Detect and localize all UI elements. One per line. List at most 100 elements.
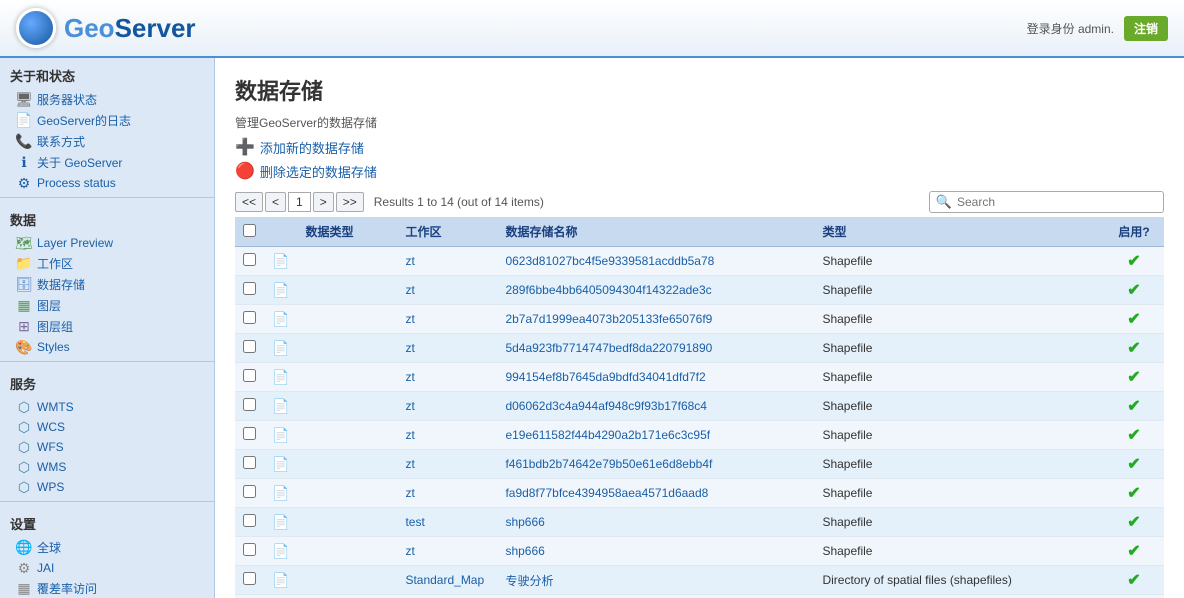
- main-content: 数据存储 管理GeoServer的数据存储 ➕ 添加新的数据存储 🔴 删除选定的…: [215, 58, 1184, 598]
- workspace-link[interactable]: zt: [405, 399, 414, 413]
- name-link[interactable]: 专驶分析: [505, 574, 553, 588]
- row-datatype: [297, 334, 397, 363]
- select-all-checkbox[interactable]: [243, 224, 256, 237]
- name-link[interactable]: 994154ef8b7645da9bdfd34041dfd7f2: [505, 370, 705, 384]
- row-enabled: ✔: [1104, 363, 1164, 392]
- sidebar-item-about[interactable]: ℹ 关于 GeoServer: [0, 152, 214, 173]
- name-link[interactable]: shp666: [505, 544, 544, 558]
- name-link[interactable]: f461bdb2b74642e79b50e61e6d8ebb4f: [505, 457, 712, 471]
- name-link[interactable]: fa9d8f77bfce4394958aea4571d6aad8: [505, 486, 708, 500]
- enabled-checkmark: ✔: [1127, 369, 1140, 386]
- sidebar-item-wmts[interactable]: ⬡ WMTS: [0, 397, 214, 417]
- name-link[interactable]: 5d4a923fb7714747bedf8da220791890: [505, 341, 712, 355]
- row-workspace: test: [397, 508, 497, 537]
- workspace-link[interactable]: test: [405, 515, 424, 529]
- row-checkbox[interactable]: [243, 572, 256, 585]
- sidebar-item-layergroups[interactable]: ⊞ 图层组: [0, 316, 214, 337]
- row-checkbox[interactable]: [243, 543, 256, 556]
- row-checkbox[interactable]: [243, 427, 256, 440]
- sidebar-item-log[interactable]: 📄 GeoServer的日志: [0, 110, 214, 131]
- pag-first-button[interactable]: <<: [235, 192, 263, 212]
- table-row: 📄 zt 994154ef8b7645da9bdfd34041dfd7f2 Shape…: [235, 363, 1164, 392]
- delete-datastore-link[interactable]: 🔴 删除选定的数据存储: [235, 161, 1164, 181]
- pag-prev-button[interactable]: <: [265, 192, 286, 212]
- pag-next-button[interactable]: >: [313, 192, 334, 212]
- sidebar: 关于和状态 🖥 服务器状态 📄 GeoServer的日志 📞 联系方式 ℹ 关于…: [0, 58, 215, 598]
- row-checkbox[interactable]: [243, 282, 256, 295]
- sidebar-item-layer-preview[interactable]: 🗺 Layer Preview: [0, 233, 214, 253]
- sidebar-item-global[interactable]: 🌐 全球: [0, 537, 214, 558]
- row-type: Shapefile: [814, 363, 1104, 392]
- sidebar-item-wps[interactable]: ⬡ WPS: [0, 477, 214, 497]
- delete-icon: 🔴: [235, 161, 255, 181]
- workspace-link[interactable]: zt: [405, 370, 414, 384]
- row-datatype: [297, 421, 397, 450]
- sidebar-label-log: GeoServer的日志: [37, 112, 131, 129]
- sidebar-item-server-status[interactable]: 🖥 服务器状态: [0, 89, 214, 110]
- workspace-link[interactable]: zt: [405, 544, 414, 558]
- name-link[interactable]: 0623d81027bc4f5e9339581acddb5a78: [505, 254, 714, 268]
- row-name: e19e611582f44b4290a2b171e6c3c95f: [497, 421, 814, 450]
- logout-button[interactable]: 注销: [1124, 16, 1168, 41]
- row-checkbox[interactable]: [243, 311, 256, 324]
- workspace-link[interactable]: zt: [405, 457, 414, 471]
- workspace-link[interactable]: zt: [405, 283, 414, 297]
- table-row: 📄zt5d4a923fb7714747bedf8da220791890Shape…: [235, 334, 1164, 363]
- col-icon: [264, 217, 297, 247]
- sidebar-item-datastores[interactable]: 🗄 数据存储: [0, 274, 214, 295]
- globe-icon: 🌐: [16, 540, 32, 556]
- row-datatype: [297, 276, 397, 305]
- file-icon: 📄: [272, 485, 289, 501]
- sidebar-divider-3: [0, 501, 214, 502]
- workspace-link[interactable]: Standard_Map: [405, 573, 484, 587]
- file-icon: 📄: [272, 543, 289, 559]
- row-name: 专驶分析: [497, 566, 814, 595]
- sidebar-item-process-status[interactable]: ⚙ Process status: [0, 173, 214, 193]
- layergroup-icon: ⊞: [16, 319, 32, 335]
- row-checkbox[interactable]: [243, 398, 256, 411]
- row-type: Shapefile: [814, 276, 1104, 305]
- workspace-link[interactable]: zt: [405, 486, 414, 500]
- sidebar-item-jai[interactable]: ⚙ JAI: [0, 558, 214, 578]
- row-checkbox[interactable]: [243, 456, 256, 469]
- row-workspace: zt: [397, 247, 497, 276]
- name-link[interactable]: shp666: [505, 515, 544, 529]
- sidebar-item-wfs[interactable]: ⬡ WFS: [0, 437, 214, 457]
- sidebar-item-coverage[interactable]: ▦ 覆差率访问: [0, 578, 214, 598]
- row-checkbox[interactable]: [243, 514, 256, 527]
- name-link[interactable]: 289f6bbe4bb6405094304f14322ade3c: [505, 283, 711, 297]
- workspace-link[interactable]: zt: [405, 312, 414, 326]
- enabled-checkmark: ✔: [1127, 572, 1140, 589]
- workspace-link[interactable]: zt: [405, 254, 414, 268]
- row-workspace: zt: [397, 392, 497, 421]
- sidebar-item-wms[interactable]: ⬡ WMS: [0, 457, 214, 477]
- row-name: fa9d8f77bfce4394958aea4571d6aad8: [497, 479, 814, 508]
- name-link[interactable]: 2b7a7d1999ea4073b205133fe65076f9: [505, 312, 712, 326]
- jai-icon: ⚙: [16, 560, 32, 576]
- sidebar-item-styles[interactable]: 🎨 Styles: [0, 337, 214, 357]
- table-row: 📄ztd06062d3c4a944af948c9f93b17f68c4Shape…: [235, 392, 1164, 421]
- sidebar-item-workspaces[interactable]: 📁 工作区: [0, 253, 214, 274]
- file-icon: 📄: [272, 369, 289, 385]
- sidebar-item-contact[interactable]: 📞 联系方式: [0, 131, 214, 152]
- file-icon: 📄: [272, 514, 289, 530]
- row-checkbox[interactable]: [243, 369, 256, 382]
- name-link[interactable]: e19e611582f44b4290a2b171e6c3c95f: [505, 428, 710, 442]
- row-workspace: zt: [397, 305, 497, 334]
- add-datastore-link[interactable]: ➕ 添加新的数据存储: [235, 137, 1164, 157]
- wcs-icon: ⬡: [16, 419, 32, 435]
- name-link[interactable]: d06062d3c4a944af948c9f93b17f68c4: [505, 399, 707, 413]
- add-icon: ➕: [235, 137, 255, 157]
- file-icon: 📄: [272, 253, 289, 269]
- workspace-link[interactable]: zt: [405, 341, 414, 355]
- row-checkbox[interactable]: [243, 485, 256, 498]
- row-checkbox[interactable]: [243, 340, 256, 353]
- search-input[interactable]: [957, 195, 1157, 209]
- sidebar-item-wcs[interactable]: ⬡ WCS: [0, 417, 214, 437]
- row-datatype: [297, 595, 397, 598]
- row-enabled: ✔: [1104, 305, 1164, 334]
- row-checkbox[interactable]: [243, 253, 256, 266]
- sidebar-item-layers[interactable]: ▦ 图层: [0, 295, 214, 316]
- workspace-link[interactable]: zt: [405, 428, 414, 442]
- pag-last-button[interactable]: >>: [336, 192, 364, 212]
